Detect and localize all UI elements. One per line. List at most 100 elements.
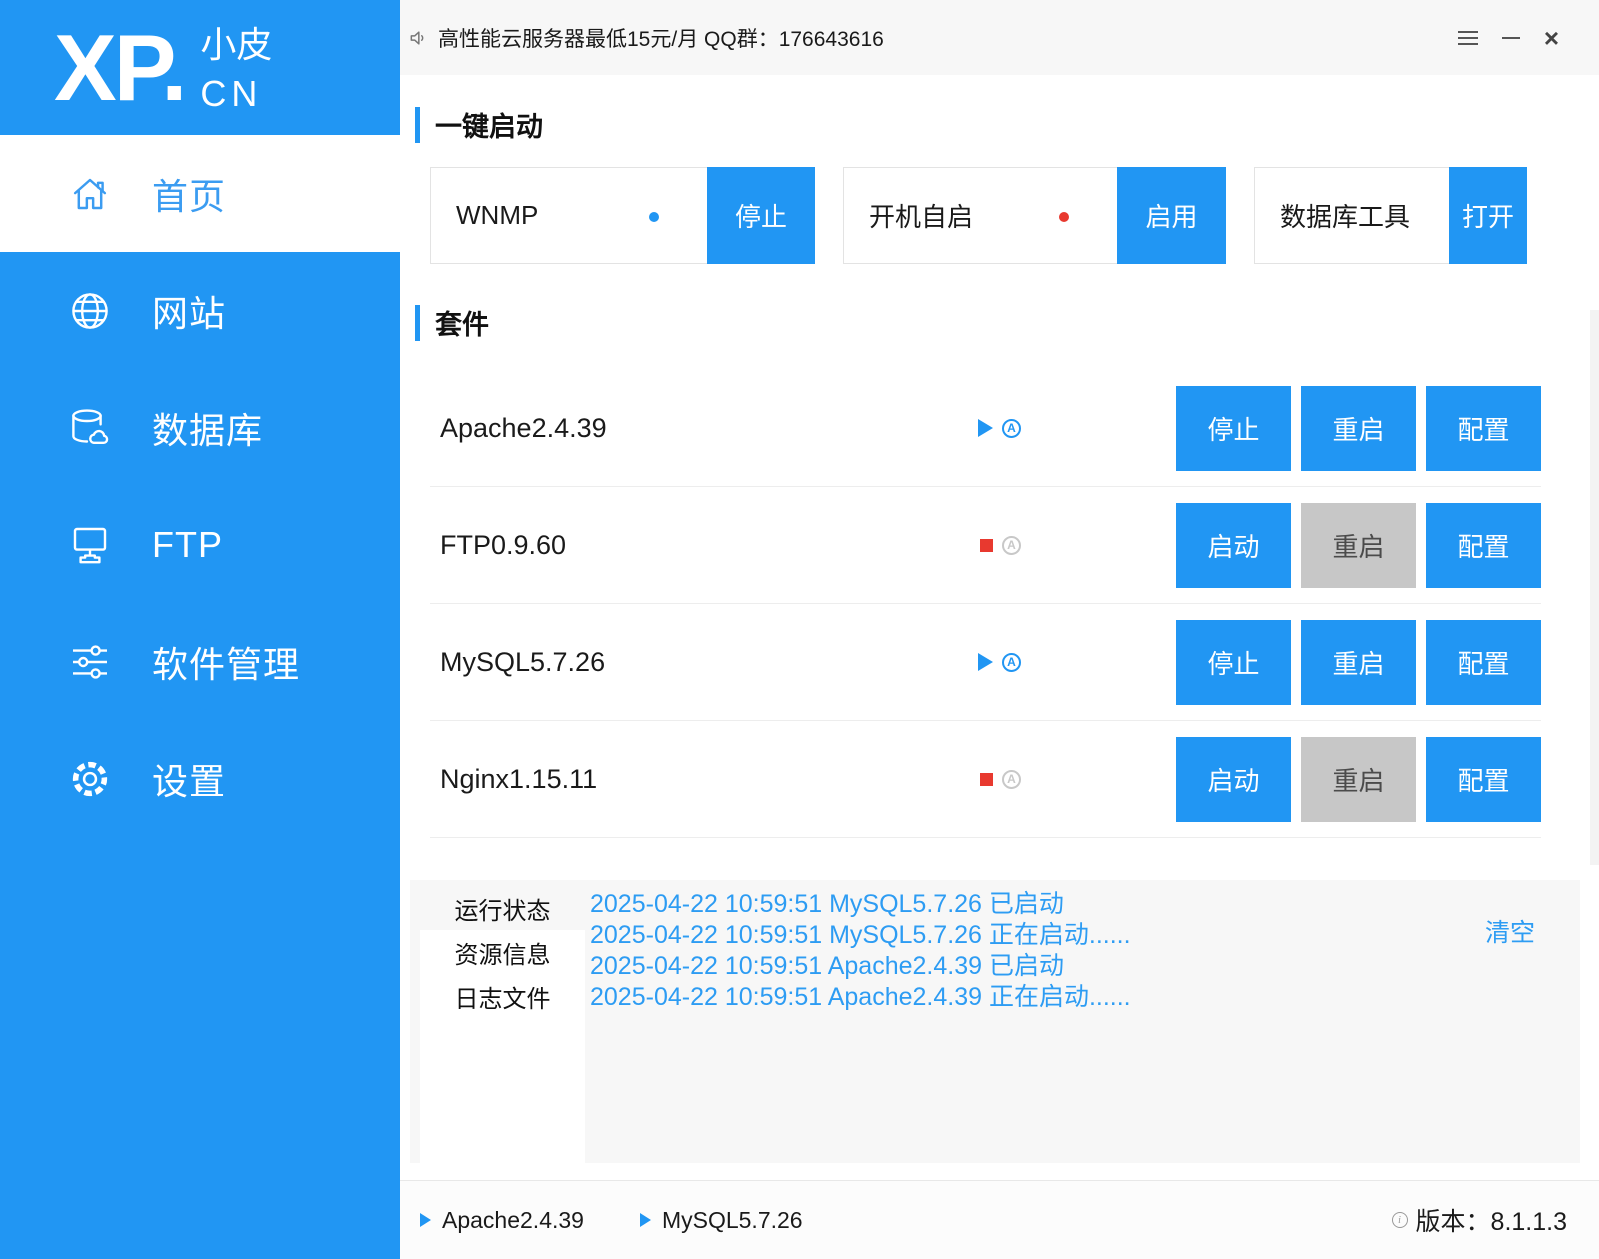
suites-list: Apache2.4.39 A 停止 重启 配置 FTP0.9.60 A 启动 重… bbox=[430, 370, 1541, 838]
info-icon: i bbox=[1391, 1212, 1408, 1228]
quick-start-header: 一键启动 bbox=[415, 105, 543, 144]
autostart-circle-icon[interactable]: A bbox=[1002, 535, 1021, 555]
configure-button[interactable]: 配置 bbox=[1426, 385, 1541, 471]
globe-icon bbox=[66, 287, 114, 335]
start-button[interactable]: 启动 bbox=[1176, 502, 1291, 588]
autostart-circle-icon[interactable]: A bbox=[1002, 652, 1021, 672]
stop-button[interactable]: 停止 bbox=[1176, 619, 1291, 705]
database-icon bbox=[66, 404, 114, 452]
sidebar-item-website[interactable]: 网站 bbox=[0, 252, 400, 369]
sidebar: XP. 小皮 CN 首页 网站 数据库 FTP 软件管理 设置 bbox=[0, 0, 400, 1259]
db-tools-open-button[interactable]: 打开 bbox=[1449, 167, 1527, 264]
sidebar-menu: 首页 网站 数据库 FTP 软件管理 设置 bbox=[0, 135, 400, 837]
sidebar-item-ftp[interactable]: FTP bbox=[0, 486, 400, 603]
log-line: 2025-04-22 10:59:51 MySQL5.7.26 已启动 bbox=[590, 890, 1064, 918]
version-info: i 版本：8.1.1.3 bbox=[1391, 1202, 1567, 1238]
suite-row-ftp: FTP0.9.60 A 启动 重启 配置 bbox=[430, 487, 1541, 604]
configure-button[interactable]: 配置 bbox=[1426, 502, 1541, 588]
tab-run-status[interactable]: 运行状态 bbox=[420, 886, 585, 930]
log-line: 2025-04-22 10:59:51 Apache2.4.39 已启动 bbox=[590, 952, 1064, 980]
close-icon[interactable]: × bbox=[1544, 25, 1559, 51]
log-line: 2025-04-22 10:59:51 MySQL5.7.26 正在启动....… bbox=[590, 921, 1131, 949]
sidebar-item-database[interactable]: 数据库 bbox=[0, 369, 400, 486]
stop-square-icon bbox=[980, 538, 993, 552]
logo-text-sub: 小皮 CN bbox=[200, 21, 272, 118]
home-icon bbox=[66, 170, 114, 218]
autostart-panel: 开机自启 启用 bbox=[843, 167, 1226, 264]
restart-button[interactable]: 重启 bbox=[1301, 385, 1416, 471]
play-icon bbox=[978, 419, 993, 437]
wnmp-stop-button[interactable]: 停止 bbox=[707, 167, 815, 264]
sidebar-item-label: 软件管理 bbox=[152, 643, 301, 685]
sidebar-item-settings[interactable]: 设置 bbox=[0, 720, 400, 837]
autostart-label: 开机自启 bbox=[869, 202, 974, 232]
log-line: 2025-04-22 10:59:51 Apache2.4.39 正在启动...… bbox=[590, 983, 1131, 1011]
sidebar-item-home[interactable]: 首页 bbox=[0, 135, 400, 252]
autostart-enable-button[interactable]: 启用 bbox=[1117, 167, 1226, 264]
version-label: 版本：8.1.1.3 bbox=[1415, 1208, 1567, 1236]
footer-statusbar: Apache2.4.39 MySQL5.7.26 i 版本：8.1.1.3 bbox=[400, 1180, 1599, 1259]
sidebar-item-label: 数据库 bbox=[152, 409, 264, 451]
window-controls: × bbox=[1457, 25, 1559, 51]
restart-button-disabled: 重启 bbox=[1301, 736, 1416, 822]
ftp-network-icon bbox=[66, 521, 114, 569]
logo-text-main: XP. bbox=[54, 14, 187, 120]
suite-name: Apache2.4.39 bbox=[440, 412, 607, 443]
log-panel: 运行状态 资源信息 日志文件 2025-04-22 10:59:51 MySQL… bbox=[410, 880, 1580, 1163]
suite-row-mysql: MySQL5.7.26 A 停止 重启 配置 bbox=[430, 604, 1541, 721]
restart-button-disabled: 重启 bbox=[1301, 502, 1416, 588]
play-icon bbox=[639, 1213, 651, 1227]
start-button[interactable]: 启动 bbox=[1176, 736, 1291, 822]
scrollbar-track[interactable] bbox=[1590, 310, 1599, 865]
suite-status: A bbox=[978, 418, 1021, 438]
wnmp-panel: WNMP 停止 bbox=[430, 167, 815, 264]
sidebar-item-label: 首页 bbox=[152, 175, 227, 217]
sidebar-item-label: FTP bbox=[152, 523, 223, 565]
section-accent-bar bbox=[415, 106, 420, 143]
db-tools-panel: 数据库工具 打开 bbox=[1254, 167, 1527, 264]
gear-icon bbox=[66, 755, 114, 803]
log-tabs: 运行状态 资源信息 日志文件 bbox=[420, 880, 585, 1163]
suite-buttons: 启动 重启 配置 bbox=[1176, 736, 1541, 822]
suite-name: MySQL5.7.26 bbox=[440, 646, 606, 677]
footer-service-label: Apache2.4.39 bbox=[442, 1206, 584, 1233]
quick-start-panels: WNMP 停止 开机自启 启用 数据库工具 打开 bbox=[430, 167, 1527, 264]
tab-resource-info[interactable]: 资源信息 bbox=[420, 930, 585, 974]
minimize-icon[interactable] bbox=[1501, 36, 1520, 39]
speaker-icon bbox=[408, 28, 428, 48]
status-dot-running bbox=[649, 212, 659, 222]
suite-status: A bbox=[978, 769, 1021, 789]
suites-title: 套件 bbox=[435, 310, 489, 340]
topbar: 高性能云服务器最低15元/月 QQ群：176643616 × bbox=[400, 0, 1599, 75]
status-dot-off bbox=[1059, 212, 1069, 222]
suite-row-apache: Apache2.4.39 A 停止 重启 配置 bbox=[430, 370, 1541, 487]
sidebar-item-software[interactable]: 软件管理 bbox=[0, 603, 400, 720]
sliders-icon bbox=[66, 638, 114, 686]
suite-name: FTP0.9.60 bbox=[440, 529, 567, 560]
db-tools-label: 数据库工具 bbox=[1280, 202, 1411, 232]
clear-log-button[interactable]: 清空 bbox=[1485, 913, 1535, 949]
configure-button[interactable]: 配置 bbox=[1426, 619, 1541, 705]
suite-status: A bbox=[978, 535, 1021, 555]
logo-sub-top: 小皮 bbox=[200, 23, 273, 65]
stop-button[interactable]: 停止 bbox=[1176, 385, 1291, 471]
suite-buttons: 启动 重启 配置 bbox=[1176, 502, 1541, 588]
menu-icon[interactable] bbox=[1457, 30, 1478, 45]
sidebar-item-label: 网站 bbox=[152, 292, 227, 334]
footer-service-mysql: MySQL5.7.26 bbox=[639, 1207, 803, 1234]
stop-square-icon bbox=[980, 772, 993, 786]
tab-log-files[interactable]: 日志文件 bbox=[420, 974, 585, 1018]
play-icon bbox=[978, 653, 993, 671]
app-logo: XP. 小皮 CN bbox=[0, 0, 400, 135]
quick-start-title: 一键启动 bbox=[435, 112, 543, 142]
sidebar-item-label: 设置 bbox=[152, 760, 227, 802]
log-output: 2025-04-22 10:59:51 MySQL5.7.26 已启动 2025… bbox=[590, 889, 1410, 1013]
section-accent-bar bbox=[415, 304, 420, 341]
footer-service-apache: Apache2.4.39 bbox=[420, 1207, 584, 1234]
announcement-text: 高性能云服务器最低15元/月 QQ群：176643616 bbox=[438, 27, 884, 51]
autostart-circle-icon[interactable]: A bbox=[1002, 769, 1021, 789]
restart-button[interactable]: 重启 bbox=[1301, 619, 1416, 705]
suite-row-nginx: Nginx1.15.11 A 启动 重启 配置 bbox=[430, 721, 1541, 838]
autostart-circle-icon[interactable]: A bbox=[1002, 418, 1021, 438]
configure-button[interactable]: 配置 bbox=[1426, 736, 1541, 822]
